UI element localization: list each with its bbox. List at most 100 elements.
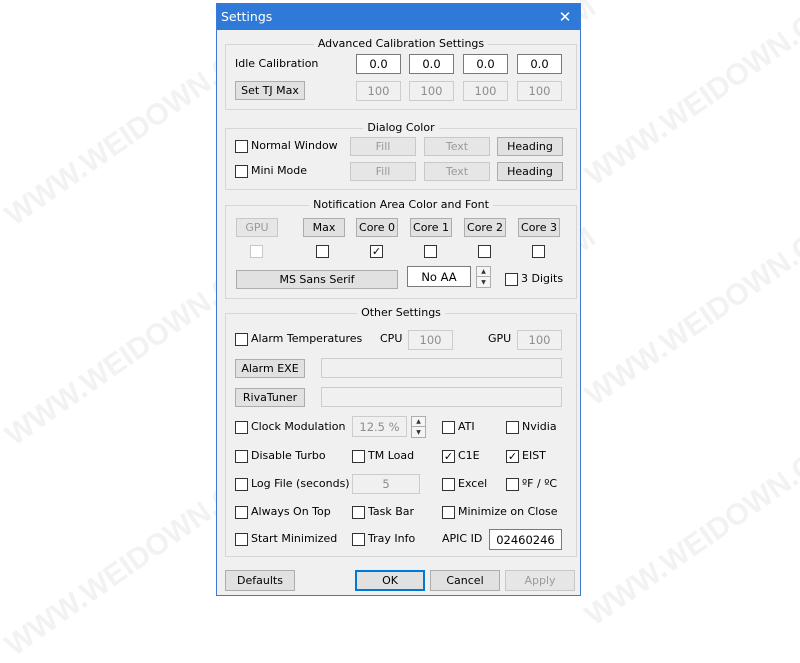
core-3-checkbox[interactable] (532, 245, 545, 258)
settings-window: Settings ✕ Advanced Calibration Settings… (216, 3, 581, 596)
group-title: Dialog Color (363, 121, 439, 134)
rivatuner-button[interactable]: RivaTuner (235, 388, 305, 407)
tm-load-label: TM Load (368, 449, 415, 462)
clock-modulation-spinner[interactable]: ▲ ▼ (411, 416, 426, 438)
clock-modulation-checkbox[interactable] (235, 421, 248, 434)
normal-window-checkbox[interactable] (235, 140, 248, 153)
normal-text-button: Text (424, 137, 490, 156)
cancel-button[interactable]: Cancel (430, 570, 500, 591)
nvidia-label: Nvidia (522, 420, 557, 433)
apply-button: Apply (505, 570, 575, 591)
ati-label: ATI (458, 420, 475, 433)
apic-id-label: APIC ID (442, 532, 483, 545)
mini-heading-button[interactable]: Heading (497, 162, 563, 181)
idle-calibration-input-3[interactable]: 0.0 (463, 54, 508, 74)
gpu-button: GPU (236, 218, 278, 237)
tj-max-input-3: 100 (463, 81, 508, 101)
close-button[interactable]: ✕ (550, 4, 580, 30)
gpu-checkbox (250, 245, 263, 258)
task-bar-label: Task Bar (368, 505, 415, 518)
eist-label: EIST (522, 449, 546, 462)
core-1-checkbox[interactable] (424, 245, 437, 258)
ati-checkbox[interactable] (442, 421, 455, 434)
watermark: WWW.WEIDOWN.COM (579, 0, 800, 193)
disable-turbo-label: Disable Turbo (251, 449, 326, 462)
core-3-button[interactable]: Core 3 (518, 218, 560, 237)
group-title: Notification Area Color and Font (309, 198, 493, 211)
apic-id-field: 02460246 (489, 529, 562, 550)
alarm-temperatures-label: Alarm Temperatures (251, 332, 363, 345)
checkmark-icon: ✓ (443, 450, 454, 463)
ok-button[interactable]: OK (355, 570, 425, 591)
start-minimized-checkbox[interactable] (235, 533, 248, 546)
max-button[interactable]: Max (303, 218, 345, 237)
eist-checkbox[interactable]: ✓ (506, 450, 519, 463)
task-bar-checkbox[interactable] (352, 506, 365, 519)
core-1-button[interactable]: Core 1 (410, 218, 452, 237)
excel-label: Excel (458, 477, 488, 490)
idle-calibration-input-1[interactable]: 0.0 (356, 54, 401, 74)
always-on-top-label: Always On Top (251, 505, 331, 518)
defaults-button[interactable]: Defaults (225, 570, 295, 591)
group-title: Other Settings (357, 306, 445, 319)
title-bar[interactable]: Settings ✕ (217, 4, 580, 30)
c1e-checkbox[interactable]: ✓ (442, 450, 455, 463)
window-title: Settings (221, 9, 273, 24)
mini-mode-checkbox[interactable] (235, 165, 248, 178)
normal-fill-button: Fill (350, 137, 416, 156)
clock-modulation-input: 12.5 % (352, 416, 407, 437)
checkmark-icon: ✓ (371, 245, 382, 258)
alarm-exe-button[interactable]: Alarm EXE (235, 359, 305, 378)
spin-down-icon[interactable]: ▼ (477, 277, 490, 287)
core-2-checkbox[interactable] (478, 245, 491, 258)
nvidia-checkbox[interactable] (506, 421, 519, 434)
tj-max-input-2: 100 (409, 81, 454, 101)
tray-info-checkbox[interactable] (352, 533, 365, 546)
clock-modulation-label: Clock Modulation (251, 420, 346, 433)
watermark: WWW.WEIDOWN.COM (579, 420, 800, 633)
three-digits-checkbox[interactable] (505, 273, 518, 286)
c1e-label: C1E (458, 449, 480, 462)
alarm-temperatures-checkbox[interactable] (235, 333, 248, 346)
font-button[interactable]: MS Sans Serif (236, 270, 398, 289)
three-digits-label: 3 Digits (521, 272, 564, 285)
idle-calibration-input-2[interactable]: 0.0 (409, 54, 454, 74)
idle-calibration-input-4[interactable]: 0.0 (517, 54, 562, 74)
always-on-top-checkbox[interactable] (235, 506, 248, 519)
core-0-checkbox[interactable]: ✓ (370, 245, 383, 258)
checkmark-icon: ✓ (507, 450, 518, 463)
log-file-label: Log File (seconds) (251, 477, 350, 490)
normal-window-label: Normal Window (251, 139, 338, 152)
spin-down-icon[interactable]: ▼ (412, 427, 425, 437)
core-2-button[interactable]: Core 2 (464, 218, 506, 237)
tj-max-input-4: 100 (517, 81, 562, 101)
cpu-label: CPU (380, 332, 403, 345)
start-minimized-label: Start Minimized (251, 532, 338, 545)
disable-turbo-checkbox[interactable] (235, 450, 248, 463)
fahrenheit-celsius-checkbox[interactable] (506, 478, 519, 491)
normal-heading-button[interactable]: Heading (497, 137, 563, 156)
excel-checkbox[interactable] (442, 478, 455, 491)
idle-calibration-label: Idle Calibration (235, 57, 319, 70)
cpu-alarm-input: 100 (408, 330, 453, 350)
minimize-on-close-label: Minimize on Close (458, 505, 558, 518)
fahrenheit-celsius-label: ºF / ºC (522, 477, 558, 490)
set-tj-max-button[interactable]: Set TJ Max (235, 81, 305, 100)
spin-up-icon[interactable]: ▲ (477, 267, 490, 277)
mini-mode-label: Mini Mode (251, 164, 308, 177)
close-icon: ✕ (558, 8, 572, 26)
minimize-on-close-checkbox[interactable] (442, 506, 455, 519)
rivatuner-path (321, 387, 562, 407)
tm-load-checkbox[interactable] (352, 450, 365, 463)
log-file-checkbox[interactable] (235, 478, 248, 491)
alarm-exe-path (321, 358, 562, 378)
mini-fill-button: Fill (350, 162, 416, 181)
spin-up-icon[interactable]: ▲ (412, 417, 425, 427)
group-title: Advanced Calibration Settings (313, 37, 489, 50)
antialias-spinner[interactable]: ▲ ▼ (476, 266, 491, 288)
watermark: WWW.WEIDOWN.COM (579, 200, 800, 413)
antialias-field[interactable]: No AA (407, 266, 471, 287)
max-checkbox[interactable] (316, 245, 329, 258)
core-0-button[interactable]: Core 0 (356, 218, 398, 237)
log-file-input: 5 (352, 474, 420, 494)
